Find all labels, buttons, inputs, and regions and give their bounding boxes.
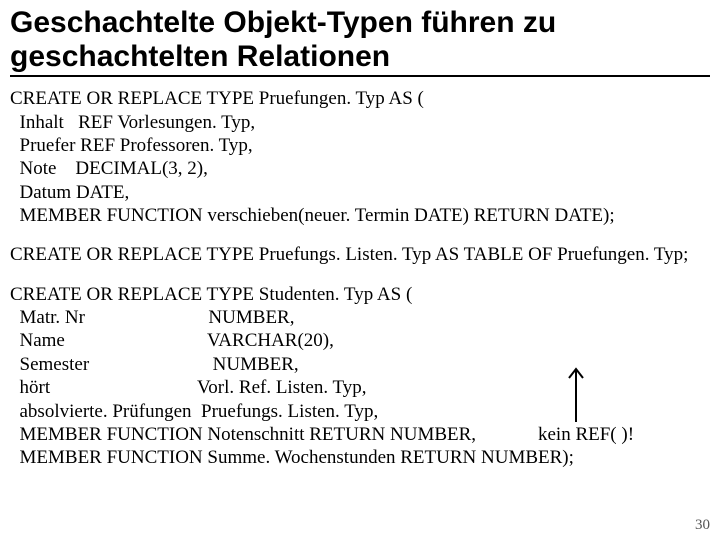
- code-line: MEMBER FUNCTION verschieben(neuer. Termi…: [10, 204, 710, 227]
- code-line: Datum DATE,: [10, 181, 710, 204]
- title-line-2: geschachtelten Relationen: [10, 40, 390, 73]
- arrow-up-icon: [566, 366, 586, 424]
- code-line: Pruefer REF Professoren. Typ,: [10, 134, 710, 157]
- callout-label: kein REF( )!: [538, 424, 634, 445]
- code-block-2: CREATE OR REPLACE TYPE Pruefungs. Listen…: [10, 243, 710, 266]
- code-line: MEMBER FUNCTION Summe. Wochenstunden RET…: [10, 446, 710, 469]
- code-line: CREATE OR REPLACE TYPE Studenten. Typ AS…: [10, 283, 710, 306]
- slide-title: Geschachtelte Objekt-Typen führen zu ges…: [10, 6, 710, 77]
- title-line-1: Geschachtelte Objekt-Typen führen zu: [10, 6, 556, 39]
- code-line: Note DECIMAL(3, 2),: [10, 157, 710, 180]
- slide-number: 30: [695, 517, 710, 534]
- code-line: CREATE OR REPLACE TYPE Pruefungen. Typ A…: [10, 87, 710, 110]
- code-line: CREATE OR REPLACE TYPE Pruefungs. Listen…: [10, 243, 710, 266]
- callout: kein REF( )!: [538, 366, 688, 446]
- code-block-1: CREATE OR REPLACE TYPE Pruefungen. Typ A…: [10, 87, 710, 227]
- code-line: Inhalt REF Vorlesungen. Typ,: [10, 111, 710, 134]
- code-line: Name VARCHAR(20),: [10, 329, 710, 352]
- code-line: Matr. Nr NUMBER,: [10, 306, 710, 329]
